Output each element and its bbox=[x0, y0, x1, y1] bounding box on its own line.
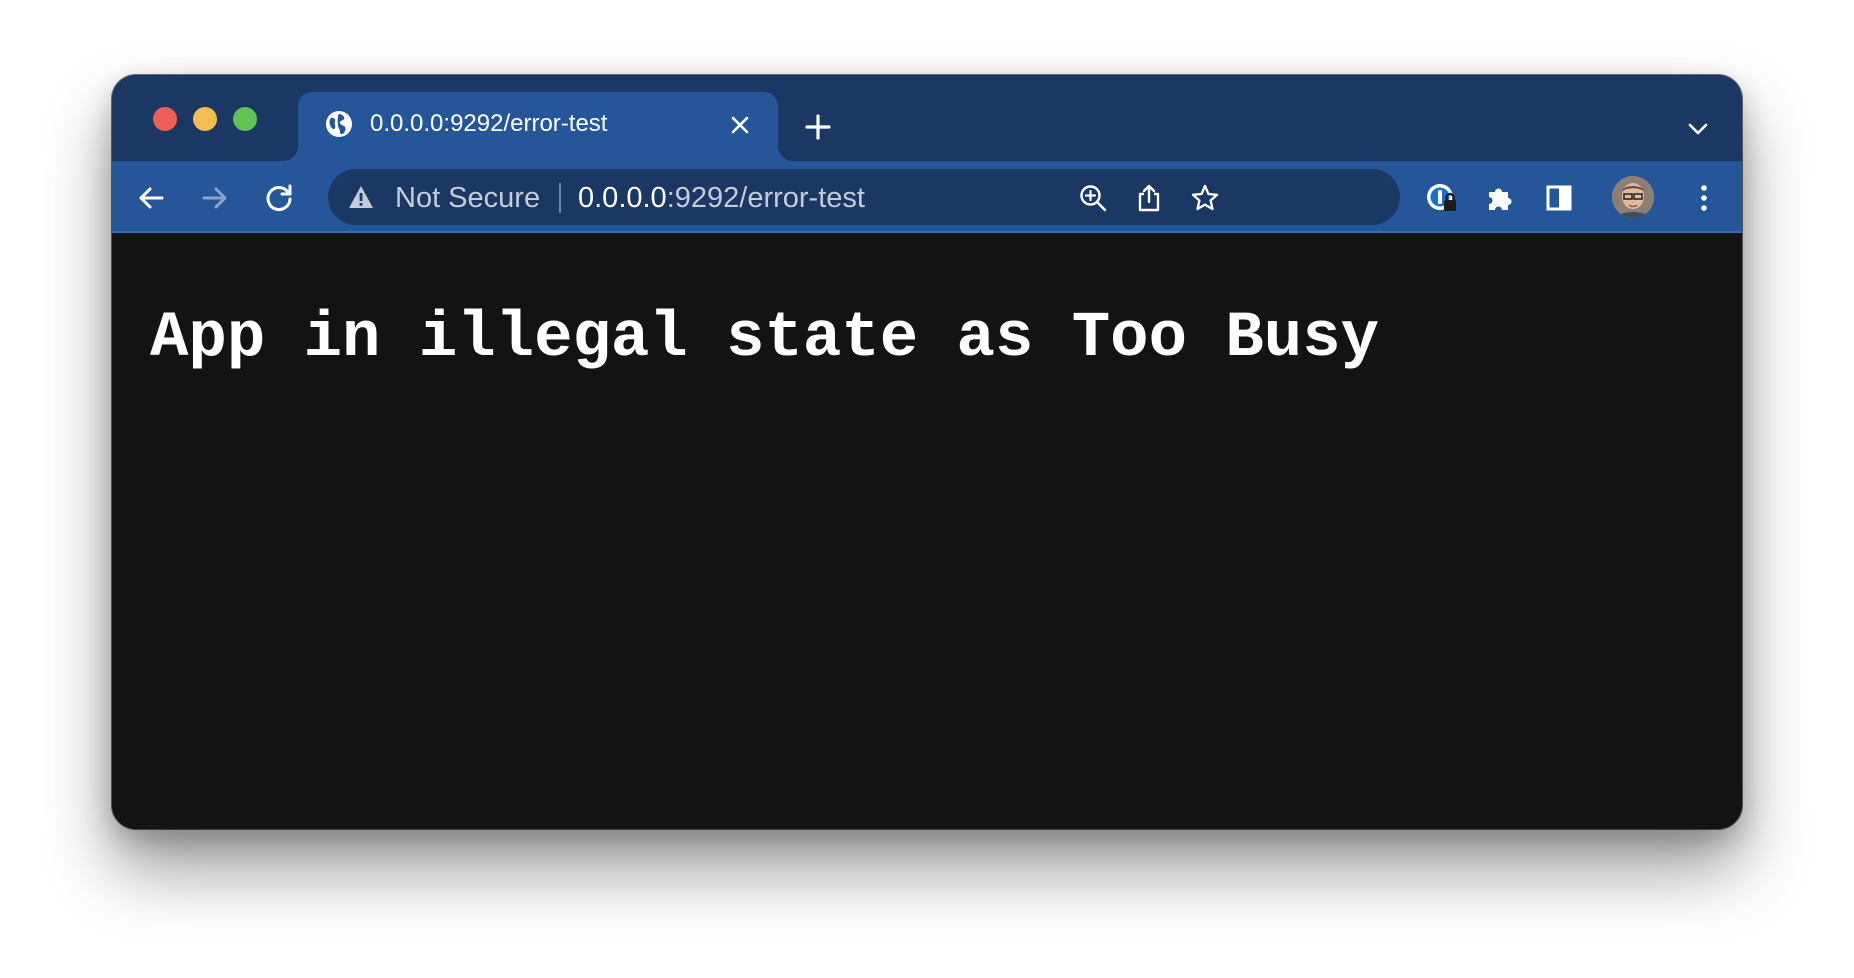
page-content: App in illegal state as Too Busy bbox=[112, 233, 1742, 829]
browser-window: 0.0.0.0:9292/error-test Not Secure 0.0.0… bbox=[111, 74, 1743, 830]
tab-active[interactable]: 0.0.0.0:9292/error-test bbox=[282, 92, 794, 161]
kebab-menu-icon[interactable] bbox=[1694, 183, 1724, 213]
puzzle-icon[interactable] bbox=[1484, 183, 1514, 213]
share-icon[interactable] bbox=[1134, 183, 1164, 213]
password-manager-icon[interactable] bbox=[1425, 181, 1459, 215]
warning-icon[interactable] bbox=[348, 185, 374, 209]
url-host: 0.0.0.0 bbox=[578, 182, 667, 214]
address-bar[interactable]: Not Secure 0.0.0.0:9292/error-test bbox=[328, 169, 1400, 225]
reload-icon[interactable] bbox=[264, 183, 294, 213]
plus-icon[interactable] bbox=[804, 113, 832, 141]
zoom-in-icon[interactable] bbox=[1078, 183, 1108, 213]
page-heading: App in illegal state as Too Busy bbox=[150, 303, 1379, 375]
browser-toolbar: Not Secure 0.0.0.0:9292/error-test bbox=[112, 161, 1742, 233]
chevron-down-icon[interactable] bbox=[1686, 117, 1710, 141]
arrow-left-icon[interactable] bbox=[136, 183, 166, 213]
globe-icon bbox=[324, 109, 354, 139]
security-label[interactable]: Not Secure bbox=[395, 183, 540, 213]
tab-strip: 0.0.0.0:9292/error-test bbox=[112, 75, 1742, 161]
close-window-button[interactable] bbox=[153, 107, 177, 131]
minimize-window-button[interactable] bbox=[193, 107, 217, 131]
close-icon[interactable] bbox=[728, 113, 752, 137]
address-divider bbox=[559, 183, 561, 213]
maximize-window-button[interactable] bbox=[233, 107, 257, 131]
url-text[interactable]: 0.0.0.0:9292/error-test bbox=[578, 183, 865, 213]
url-path: :9292/error-test bbox=[666, 182, 865, 214]
arrow-right-icon[interactable] bbox=[200, 183, 230, 213]
side-panel-icon[interactable] bbox=[1544, 183, 1574, 213]
star-icon[interactable] bbox=[1190, 183, 1220, 213]
tab-title: 0.0.0.0:9292/error-test bbox=[370, 110, 608, 137]
profile-avatar[interactable] bbox=[1612, 176, 1654, 218]
